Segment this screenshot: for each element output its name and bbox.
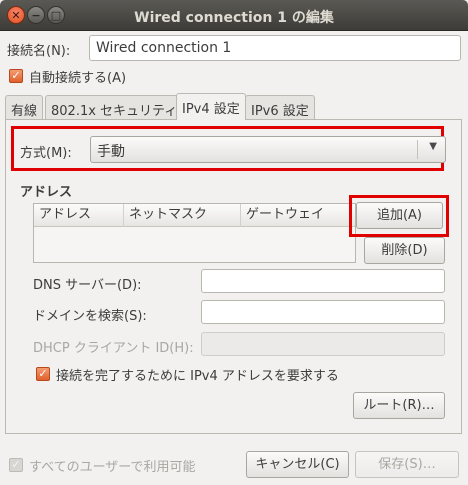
auto-connect-label: 自動接続する(A) — [29, 71, 127, 86]
check-icon: ✓ — [11, 69, 21, 82]
delete-address-button[interactable]: 削除(D) — [364, 237, 445, 264]
save-button: 保存(S)… — [355, 451, 459, 478]
tab-8021x-security[interactable]: 802.1x セキュリティ — [45, 95, 184, 120]
column-header-gateway[interactable]: ゲートウェイ — [241, 204, 355, 227]
triangle-down-icon: ▼ — [429, 141, 437, 152]
require-ipv4-label: 接続を完了するために IPv4 アドレスを要求する — [56, 369, 339, 384]
dns-servers-input[interactable] — [201, 269, 445, 293]
column-header-netmask[interactable]: ネットマスク — [124, 204, 241, 227]
tab-ipv6-settings[interactable]: IPv6 設定 — [245, 95, 315, 120]
connection-name-label: 接続名(N): — [7, 44, 71, 59]
tab-wired[interactable]: 有線 — [5, 95, 44, 120]
tab-ipv4-settings[interactable]: IPv4 設定 — [176, 93, 246, 120]
addresses-section-title: アドレス — [20, 185, 73, 200]
column-header-address[interactable]: アドレス — [34, 204, 124, 227]
all-users-checkbox: ✓ — [9, 458, 23, 472]
title-bar: ✕ − □ Wired connection 1 の編集 — [0, 0, 468, 31]
combo-separator — [417, 140, 418, 159]
address-table[interactable]: アドレス ネットマスク ゲートウェイ — [33, 203, 356, 263]
check-icon: ✓ — [11, 458, 21, 471]
method-label: 方式(M): — [20, 146, 72, 161]
all-users-label: すべてのユーザーで利用可能 — [29, 460, 196, 475]
dhcp-client-id-input — [201, 332, 445, 356]
search-domains-label: ドメインを検索(S): — [33, 309, 147, 324]
address-table-header: アドレス ネットマスク ゲートウェイ — [34, 204, 355, 227]
connection-name-input[interactable] — [89, 35, 461, 61]
add-address-button[interactable]: 追加(A) — [356, 202, 443, 229]
check-icon: ✓ — [38, 367, 48, 380]
auto-connect-checkbox[interactable]: ✓ — [9, 69, 23, 83]
method-select[interactable]: 手動 ▼ — [90, 136, 446, 163]
routes-button[interactable]: ルート(R)… — [353, 392, 445, 419]
window-title: Wired connection 1 の編集 — [134, 10, 334, 26]
search-domains-input[interactable] — [201, 300, 445, 324]
require-ipv4-checkbox[interactable]: ✓ — [36, 367, 50, 381]
cancel-button[interactable]: キャンセル(C) — [246, 451, 349, 478]
method-value: 手動 — [97, 144, 125, 160]
dns-servers-label: DNS サーバー(D): — [33, 278, 142, 293]
dhcp-client-id-label: DHCP クライアント ID(H): — [33, 341, 194, 356]
